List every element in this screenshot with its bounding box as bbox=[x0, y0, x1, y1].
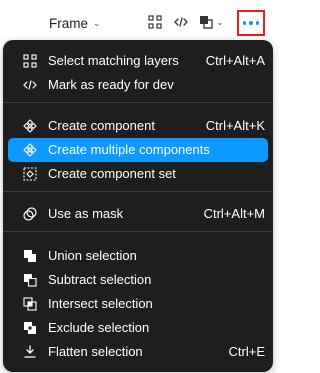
menu-item-label: Select matching layers bbox=[48, 53, 179, 68]
chevron-down-icon: ⌄ bbox=[93, 18, 101, 28]
menu-item-shortcut: Ctrl+Alt+M bbox=[203, 206, 265, 221]
code-icon bbox=[22, 77, 38, 93]
toolbar: Frame ⌄ ⌄ bbox=[0, 0, 276, 40]
flatten-icon bbox=[22, 344, 38, 360]
component-set-icon bbox=[22, 166, 38, 182]
boolean-icon[interactable]: ⌄ bbox=[199, 12, 229, 32]
menu-divider bbox=[3, 102, 273, 103]
menu-item-label: Exclude selection bbox=[48, 320, 150, 335]
intersect-icon bbox=[22, 296, 38, 312]
menu-divider bbox=[3, 191, 273, 192]
menu-item-shortcut: Ctrl+Alt+K bbox=[205, 118, 265, 133]
menu-item-mark-ready-for-dev[interactable]: Mark as ready for dev bbox=[8, 73, 268, 97]
menu-item-create-component-set[interactable]: Create component set bbox=[8, 162, 268, 186]
grid-icon[interactable] bbox=[145, 12, 165, 32]
select-matching-icon bbox=[22, 53, 38, 69]
code-icon[interactable] bbox=[171, 12, 191, 32]
frame-dropdown[interactable]: Frame ⌄ bbox=[49, 14, 101, 32]
menu-item-shortcut: Ctrl+E bbox=[228, 344, 265, 359]
menu-item-label: Create component bbox=[48, 118, 155, 133]
menu-item-exclude-selection[interactable]: Exclude selection bbox=[8, 316, 268, 340]
menu-item-label: Create multiple components bbox=[48, 142, 210, 157]
menu-item-select-matching-layers[interactable]: Select matching layers Ctrl+Alt+A bbox=[8, 49, 268, 73]
menu-item-subtract-selection[interactable]: Subtract selection bbox=[8, 268, 268, 292]
union-icon bbox=[22, 248, 38, 264]
menu-item-label: Intersect selection bbox=[48, 296, 153, 311]
menu-item-intersect-selection[interactable]: Intersect selection bbox=[8, 292, 268, 316]
more-button[interactable] bbox=[237, 10, 265, 36]
chevron-down-icon: ⌄ bbox=[216, 16, 224, 27]
mask-icon bbox=[22, 206, 38, 222]
menu-item-label: Flatten selection bbox=[48, 344, 143, 359]
menu-item-label: Subtract selection bbox=[48, 272, 152, 287]
menu-item-use-as-mask[interactable]: Use as mask Ctrl+Alt+M bbox=[8, 202, 268, 226]
component-icon bbox=[22, 142, 38, 158]
more-icon bbox=[242, 21, 260, 25]
menu-item-label: Create component set bbox=[48, 166, 176, 181]
menu-item-label: Use as mask bbox=[48, 206, 124, 221]
menu-item-label: Mark as ready for dev bbox=[48, 77, 174, 92]
menu-item-shortcut: Ctrl+Alt+A bbox=[205, 53, 265, 68]
subtract-icon bbox=[22, 272, 38, 288]
menu-item-create-multiple-components[interactable]: Create multiple components bbox=[8, 138, 268, 162]
component-icon bbox=[22, 118, 38, 134]
menu-item-label: Union selection bbox=[48, 248, 137, 263]
menu-item-create-component[interactable]: Create component Ctrl+Alt+K bbox=[8, 114, 268, 138]
actions-menu: Select matching layers Ctrl+Alt+A Mark a… bbox=[3, 40, 273, 372]
menu-item-flatten-selection[interactable]: Flatten selection Ctrl+E bbox=[8, 340, 268, 364]
menu-item-union-selection[interactable]: Union selection bbox=[8, 244, 268, 268]
menu-divider bbox=[3, 231, 273, 232]
exclude-icon bbox=[22, 320, 38, 336]
frame-label: Frame bbox=[49, 15, 89, 31]
